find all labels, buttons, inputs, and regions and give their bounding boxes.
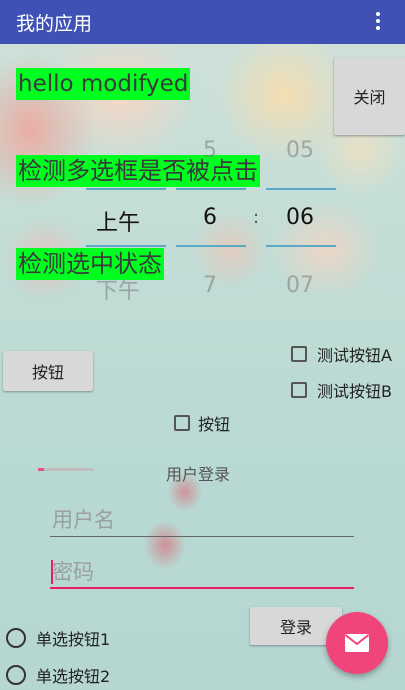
radio-button-1[interactable]: 单选按钮1 [6, 626, 110, 650]
email-fab-button[interactable] [326, 612, 388, 674]
hour-above[interactable]: 5 [180, 138, 240, 163]
minute-above[interactable]: 05 [270, 138, 330, 163]
checkbox-test-a[interactable]: 测试按钮A [291, 342, 392, 366]
email-icon [344, 634, 370, 652]
login-title: 用户登录 [166, 465, 231, 484]
text-cursor [51, 560, 53, 584]
checkbox-label: 测试按钮B [317, 382, 392, 401]
checkbox-button[interactable]: 按钮 [174, 411, 230, 435]
checkbox-box[interactable] [291, 346, 307, 362]
progress-bar [38, 468, 94, 471]
checkbox-label: 按钮 [198, 415, 231, 434]
hour-divider-top [176, 188, 246, 190]
username-field[interactable] [50, 503, 354, 537]
ampm-selected[interactable]: 上午 [86, 205, 150, 237]
ampm-divider-bottom [86, 245, 166, 247]
username-underline [50, 536, 354, 537]
radio-label: 单选按钮1 [36, 630, 111, 649]
ampm-divider-top [86, 188, 166, 190]
hour-divider-bottom [176, 245, 246, 247]
checkbox-label: 测试按钮A [317, 346, 392, 365]
hour-below[interactable]: 7 [180, 273, 240, 298]
checkbox-box[interactable] [174, 415, 190, 431]
progress-fill [38, 468, 44, 471]
minute-selected[interactable]: 06 [270, 205, 330, 230]
password-input[interactable] [50, 555, 354, 589]
minute-divider-bottom [266, 245, 336, 247]
checkbox-box[interactable] [291, 382, 307, 398]
password-field[interactable] [50, 555, 354, 589]
checkbox-test-b[interactable]: 测试按钮B [291, 378, 392, 402]
hour-selected[interactable]: 6 [180, 205, 240, 230]
close-button[interactable]: 关闭 [334, 57, 405, 135]
password-underline [50, 587, 354, 589]
app-title: 我的应用 [16, 13, 93, 35]
time-separator: : [252, 207, 260, 228]
radio-button-2[interactable]: 单选按钮2 [6, 663, 110, 687]
radio-circle[interactable] [6, 628, 26, 648]
hello-text: hello modifyed [16, 68, 191, 100]
radio-label: 单选按钮2 [36, 667, 111, 686]
ampm-below[interactable]: 下午 [86, 273, 150, 305]
minute-divider-top [266, 188, 336, 190]
button[interactable]: 按钮 [3, 351, 93, 391]
minute-below[interactable]: 07 [270, 273, 330, 298]
radio-circle[interactable] [6, 665, 26, 685]
more-vert-icon[interactable] [372, 12, 384, 32]
app-bar: 我的应用 [0, 0, 405, 44]
username-input[interactable] [50, 503, 354, 537]
